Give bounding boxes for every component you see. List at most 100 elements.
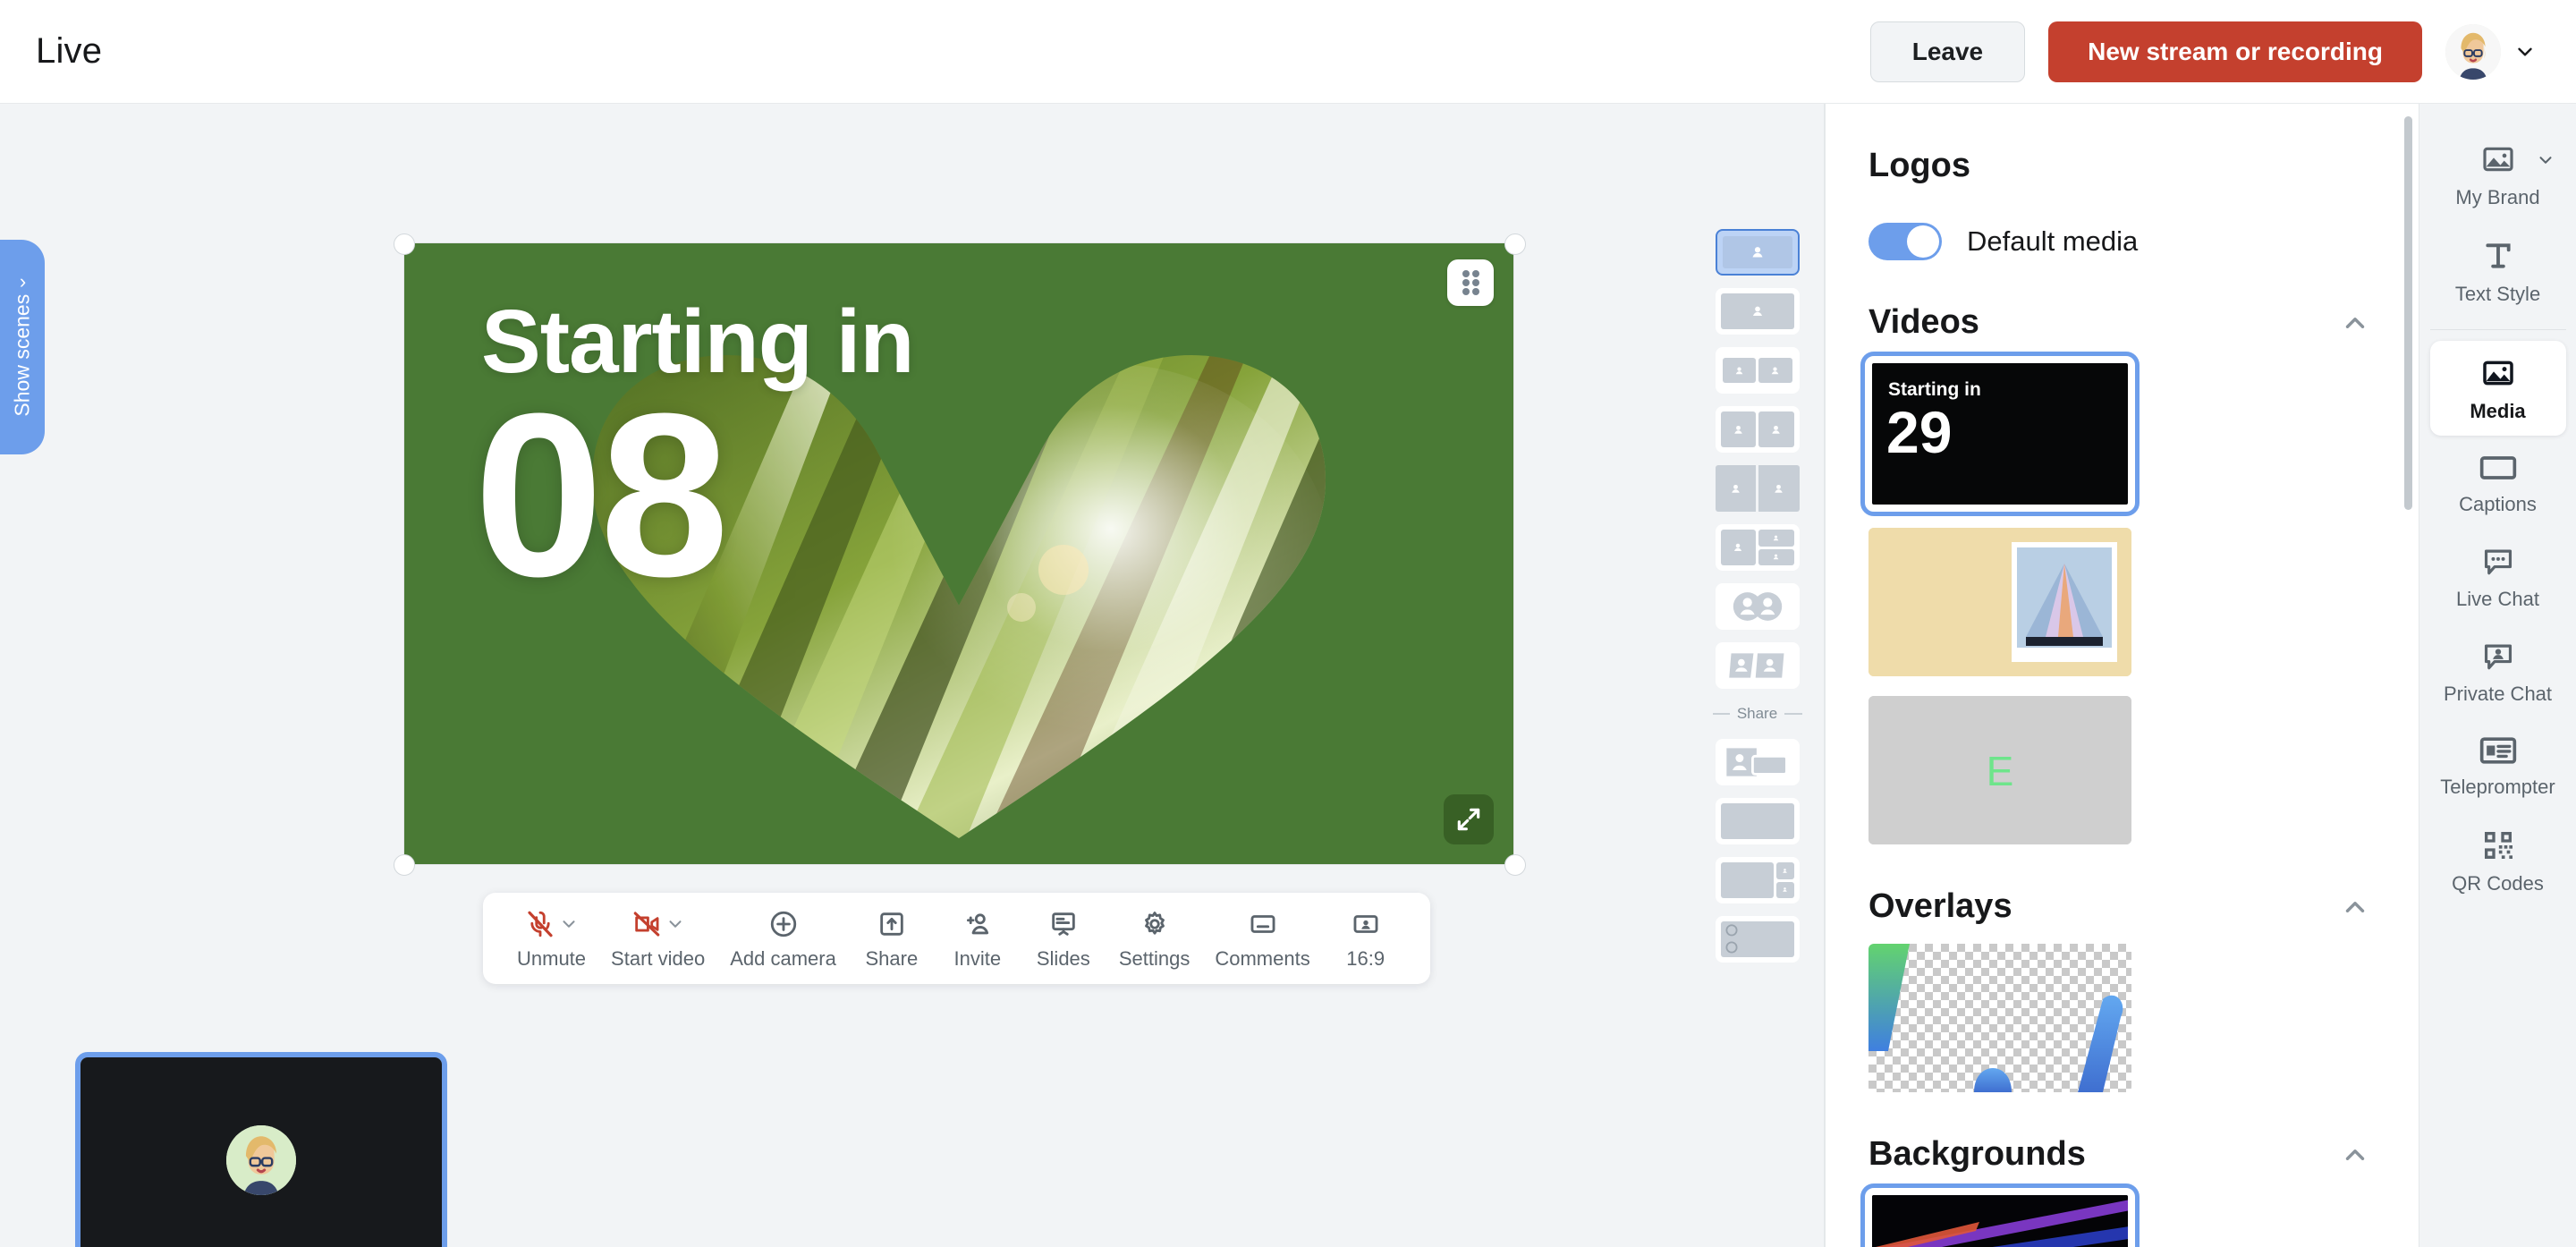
- stage-area: Show scenes › Starting in 08 Unmute Star…: [0, 104, 1690, 1247]
- chevron-down-icon[interactable]: [2536, 150, 2555, 170]
- live-studio-app: Live Leave New stream or recording Show …: [0, 0, 2576, 1247]
- panel-scrollbar[interactable]: [2404, 116, 2412, 510]
- call-toolbar: Unmute Start video Add camera Share Invi…: [483, 893, 1430, 984]
- slides-button[interactable]: Slides: [1022, 902, 1105, 976]
- video-off-icon: [633, 911, 659, 937]
- text-style-icon: [2485, 243, 2511, 268]
- video-gray-e-thumb[interactable]: E: [1868, 696, 2131, 844]
- start-video-button[interactable]: Start video: [600, 902, 716, 976]
- show-scenes-tab[interactable]: Show scenes ›: [0, 240, 45, 454]
- video-countdown-thumb[interactable]: Starting in 29: [1860, 352, 2140, 516]
- toolbar-label: Share: [865, 946, 919, 970]
- toolbar-label: Unmute: [517, 946, 587, 970]
- chevron-up-icon[interactable]: [2340, 1140, 2370, 1170]
- toolbar-label: Comments: [1215, 946, 1310, 970]
- rail-item-teleprompter[interactable]: Teleprompter: [2430, 720, 2566, 811]
- logos-section-header: Logos: [1868, 147, 2370, 185]
- layout-two-small-side[interactable]: [1715, 347, 1800, 394]
- videos-title: Videos: [1868, 303, 1979, 341]
- layout-one-big-two-small[interactable]: [1715, 524, 1800, 571]
- backgrounds-title: Backgrounds: [1868, 1135, 2086, 1173]
- expand-icon[interactable]: [1444, 794, 1494, 844]
- toolbar-label: Slides: [1036, 946, 1090, 970]
- aspect-ratio-button[interactable]: 16:9: [1325, 902, 1407, 976]
- toolbar-label: Settings: [1118, 946, 1191, 970]
- add-camera-button[interactable]: Add camera: [719, 902, 847, 976]
- rail-label: Text Style: [2454, 283, 2541, 305]
- media-panel: Logos Default media Videos Starting in 2…: [1825, 104, 2419, 1247]
- background-light-streaks-thumb[interactable]: [1860, 1183, 2140, 1247]
- layout-single-framed[interactable]: [1715, 288, 1800, 335]
- main-video-preview[interactable]: Starting in 08: [404, 243, 1513, 864]
- layout-two-tilted[interactable]: [1715, 642, 1800, 689]
- default-media-row: Default media: [1868, 223, 2370, 260]
- drag-handle-icon[interactable]: [1447, 259, 1494, 306]
- avatar: [2445, 23, 2501, 80]
- captions-icon: [2479, 456, 2516, 479]
- rail-item-my-brand[interactable]: My Brand: [2430, 127, 2566, 222]
- layout-picture-overlap[interactable]: [1715, 583, 1800, 630]
- resize-handle-bottom-left[interactable]: [394, 854, 415, 876]
- default-media-label: Default media: [1967, 225, 2139, 257]
- invite-button[interactable]: Invite: [936, 902, 1019, 976]
- rail-label: Media: [2470, 400, 2526, 422]
- rail-item-captions[interactable]: Captions: [2430, 437, 2566, 529]
- rail-item-text-style[interactable]: Text Style: [2430, 224, 2566, 318]
- layout-selector: Share: [1690, 104, 1825, 1247]
- toolbar-label: 16:9: [1346, 946, 1385, 970]
- resize-handle-top-left[interactable]: [394, 233, 415, 255]
- rail-label: Teleprompter: [2440, 776, 2555, 798]
- layout-single-speaker[interactable]: [1715, 229, 1800, 276]
- participant-tile[interactable]: Semrush-User-…: [75, 1052, 447, 1247]
- new-stream-or-recording-button[interactable]: New stream or recording: [2048, 21, 2422, 82]
- app-body: Show scenes › Starting in 08 Unmute Star…: [0, 104, 2576, 1247]
- account-menu[interactable]: [2445, 23, 2537, 80]
- default-media-toggle[interactable]: [1868, 223, 1942, 260]
- add-person-icon: [966, 912, 988, 934]
- videos-thumbnails: Starting in 29 E: [1860, 352, 2370, 844]
- layout-share-fullscreen[interactable]: [1715, 798, 1800, 844]
- share-upload-icon: [880, 912, 903, 936]
- image-icon: [2482, 147, 2513, 172]
- chevron-down-icon[interactable]: [665, 914, 685, 934]
- settings-button[interactable]: Settings: [1108, 902, 1201, 976]
- rail-label: Captions: [2459, 493, 2537, 515]
- resize-handle-bottom-right[interactable]: [1504, 854, 1526, 876]
- chevron-up-icon[interactable]: [2340, 308, 2370, 338]
- overlays-title: Overlays: [1868, 887, 2012, 925]
- rail-item-qr-codes[interactable]: QR Codes: [2430, 813, 2566, 908]
- unmute-button[interactable]: Unmute: [506, 902, 597, 976]
- layout-share-with-sidebar[interactable]: [1715, 857, 1800, 903]
- chevron-down-icon[interactable]: [559, 914, 579, 934]
- gear-icon: [1144, 911, 1165, 935]
- comments-button[interactable]: Comments: [1204, 902, 1320, 976]
- app-header: Live Leave New stream or recording: [0, 0, 2576, 104]
- rail-label: Private Chat: [2443, 683, 2553, 705]
- backgrounds-thumbnails: [1860, 1183, 2370, 1247]
- toolbar-label: Add camera: [730, 946, 836, 970]
- overlays-section-header: Overlays: [1868, 887, 2370, 926]
- leave-button[interactable]: Leave: [1869, 21, 2026, 82]
- chevron-right-icon: ›: [19, 269, 26, 293]
- rail-item-private-chat[interactable]: Private Chat: [2430, 625, 2566, 718]
- rail-item-media[interactable]: Media: [2429, 341, 2566, 436]
- layout-two-split[interactable]: [1715, 465, 1800, 512]
- resize-handle-top-right[interactable]: [1504, 233, 1526, 255]
- rail-label: My Brand: [2455, 186, 2540, 208]
- page-title: Live: [36, 31, 103, 71]
- chevron-up-icon[interactable]: [2340, 892, 2370, 922]
- comments-icon: [1250, 914, 1275, 933]
- video-countdown: 08: [474, 366, 729, 625]
- layout-share-with-speaker[interactable]: [1715, 739, 1800, 785]
- layout-two-equal-framed[interactable]: [1715, 406, 1800, 453]
- rail-label: Live Chat: [2456, 588, 2539, 610]
- rail-item-live-chat[interactable]: Live Chat: [2430, 530, 2566, 624]
- share-button[interactable]: Share: [851, 902, 933, 976]
- image-icon: [2482, 361, 2513, 386]
- chat-bubble-icon: [2484, 549, 2512, 575]
- overlay-corners-thumb[interactable]: [1868, 944, 2131, 1092]
- toolbar-label: Start video: [611, 946, 706, 970]
- layout-share-with-overlay[interactable]: [1715, 916, 1800, 963]
- thumb-count: 29: [1886, 399, 1953, 465]
- video-prism-thumb[interactable]: [1868, 528, 2131, 676]
